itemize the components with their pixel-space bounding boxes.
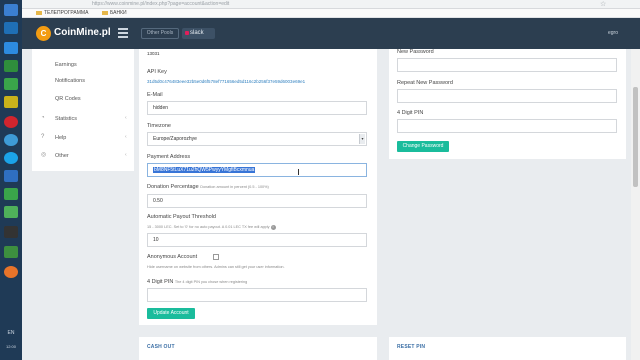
pin-label: 4 Digit PIN The 4 digit PIN you chose wh… <box>147 279 248 285</box>
green-app-icon[interactable] <box>4 246 18 258</box>
windows-taskbar: EN 12:00 <box>0 0 22 360</box>
green-app-icon[interactable] <box>4 60 18 72</box>
clock: 12:00 <box>5 344 16 349</box>
stats-icon: ◔ <box>41 115 45 121</box>
explorer-icon[interactable] <box>4 22 18 34</box>
blue-app-icon[interactable] <box>4 170 18 182</box>
globe-icon[interactable] <box>4 134 18 146</box>
sidebar: Earnings Notifications QR Codes ◔ Statis… <box>32 49 134 171</box>
timezone-label: Timezone <box>147 123 171 129</box>
slack-button[interactable]: slack <box>182 28 215 39</box>
email-label: E-Mail <box>147 92 163 98</box>
payout-threshold-hint: 15 - 3000 LEC. Set to '0' for no auto pa… <box>147 225 276 230</box>
sidebar-item-statistics[interactable]: ◔ Statistics ‹ <box>32 111 134 127</box>
api-key-link[interactable]: 31d5d0c476483eee32b5e0d6f578ef771656ed5d… <box>147 79 305 84</box>
scrollbar-thumb[interactable] <box>633 87 638 187</box>
bookmark-folder-tv[interactable]: ТЕЛЕПРОГРАММА <box>36 10 88 16</box>
password-pin-field[interactable] <box>397 119 617 133</box>
folder-icon <box>102 10 108 15</box>
change-password-form: New Password Repeat New Password 4 Digit… <box>389 49 626 159</box>
anonymous-account-label: Anonymous Account <box>147 254 227 260</box>
anonymous-account-hint: Hide username on website from others. Ad… <box>147 265 285 269</box>
yellow-app-icon[interactable] <box>4 96 18 108</box>
update-account-button[interactable]: Update Account <box>147 308 195 319</box>
pin-field[interactable] <box>147 288 367 302</box>
coinmine-logo-icon[interactable]: C <box>36 26 51 41</box>
sidebar-item-other[interactable]: ◎ Other ‹ <box>32 148 134 164</box>
new-password-label: New Password <box>397 49 434 55</box>
sidebar-item-help[interactable]: ? Help ‹ <box>32 130 134 146</box>
language-indicator[interactable]: EN <box>4 330 18 336</box>
payout-threshold-label: Automatic Payout Threshold <box>147 214 216 220</box>
firefox-icon[interactable] <box>4 266 18 278</box>
anonymous-account-checkbox[interactable] <box>213 254 219 260</box>
user-menu[interactable]: egro <box>608 30 618 36</box>
user-id-value: 13031 <box>147 51 160 56</box>
terminal-icon[interactable] <box>4 226 18 238</box>
payment-address-label: Payment Address <box>147 154 191 160</box>
hamburger-menu-icon[interactable] <box>118 28 128 40</box>
cash-out-card: CASH OUT <box>139 337 377 360</box>
donation-percentage-field[interactable]: 0.50 <box>147 194 367 208</box>
text-cursor-icon <box>298 169 299 175</box>
sidebar-item-notifications[interactable]: Notifications <box>32 73 134 89</box>
other-pools-button[interactable]: Other Pools <box>141 28 179 39</box>
chevron-left-icon: ‹ <box>125 115 127 121</box>
repeat-password-label: Repeat New Password <box>397 80 453 86</box>
info-icon[interactable]: i <box>270 225 276 230</box>
password-pin-label: 4 Digit PIN <box>397 110 424 116</box>
selected-text: bM8NF5tLuX71u2hQW5PwyyYMgfiBcxmnua <box>153 167 256 173</box>
payment-address-field[interactable]: bM8NF5tLuX71u2hQW5PwyyYMgfiBcxmnua <box>147 163 367 177</box>
slack-icon <box>185 31 189 35</box>
timezone-select[interactable]: Europe/Zaporozhye ▾ <box>147 132 367 146</box>
new-password-field[interactable] <box>397 58 617 72</box>
app-header: C CoinMine.pl Other Pools slack egro <box>22 18 640 49</box>
reset-pin-card: RESET PIN <box>389 337 626 360</box>
green-app-icon[interactable] <box>4 78 18 90</box>
donation-label: Donation Percentage Donation amount in p… <box>147 184 269 190</box>
page-scrollbar[interactable] <box>631 49 640 360</box>
sidebar-item-qr-codes[interactable]: QR Codes <box>32 91 134 107</box>
bookmark-star-icon[interactable]: ☆ <box>600 0 606 8</box>
camtasia-icon[interactable] <box>4 188 18 200</box>
change-password-button[interactable]: Change Password <box>397 141 449 152</box>
green-app-icon[interactable] <box>4 206 18 218</box>
pin-hint: The 4 digit PIN you chose when registeri… <box>174 280 248 284</box>
email-field[interactable]: hidden <box>147 101 367 115</box>
brand-name[interactable]: CoinMine.pl <box>54 27 111 38</box>
account-edit-form: 13031 API Key 31d5d0c476483eee32b5e0d6f5… <box>139 49 377 325</box>
repeat-password-field[interactable] <box>397 89 617 103</box>
browser-window: https://www.coinmine.pl/index.php?page=a… <box>22 0 640 360</box>
opera-icon[interactable] <box>4 116 18 128</box>
skype-icon[interactable] <box>4 152 18 164</box>
mail-icon[interactable] <box>4 42 18 54</box>
chevron-left-icon: ‹ <box>125 152 127 158</box>
folder-icon <box>36 10 42 15</box>
bookmark-folder-banks[interactable]: БАНКИ <box>102 10 127 16</box>
reset-pin-title: RESET PIN <box>397 344 426 350</box>
cash-out-title: CASH OUT <box>147 344 175 350</box>
dropdown-arrow-icon[interactable]: ▾ <box>359 134 365 144</box>
sidebar-item-earnings[interactable]: Earnings <box>32 57 134 73</box>
bookmarks-bar: ТЕЛЕПРОГРАММА БАНКИ <box>22 9 640 18</box>
help-icon: ? <box>41 134 45 140</box>
url-text[interactable]: https://www.coinmine.pl/index.php?page=a… <box>92 1 229 7</box>
address-bar[interactable]: https://www.coinmine.pl/index.php?page=a… <box>22 0 640 9</box>
api-key-label: API Key <box>147 69 167 75</box>
donation-hint: Donation amount in percent (0.5 - 100%) <box>200 185 269 189</box>
main-content: Earnings Notifications QR Codes ◔ Statis… <box>22 49 640 360</box>
start-icon[interactable] <box>4 4 18 16</box>
payout-threshold-field[interactable]: 10 <box>147 233 367 247</box>
other-icon: ◎ <box>41 152 47 158</box>
chevron-left-icon: ‹ <box>125 134 127 140</box>
